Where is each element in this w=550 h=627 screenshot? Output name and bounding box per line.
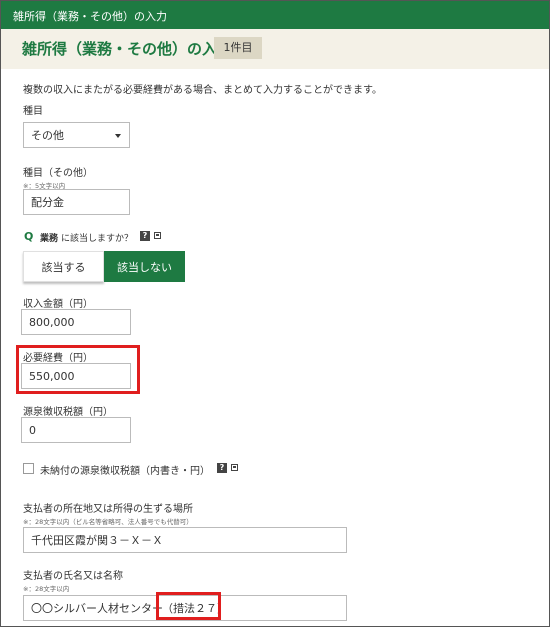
withholding-input[interactable]: 0 [21, 417, 131, 443]
record-count-badge: 1件目 [214, 37, 262, 59]
withholding-label: 源泉徴収税額（円） [23, 407, 113, 418]
payer-address-note: ※：28文字以内（ビル名等省略可、法人番号でも代替可） [23, 518, 193, 526]
category-other-label: 種目（その他） [23, 168, 93, 179]
payer-address-value: 千代田区霞が関３－Ｘ－Ｘ [31, 534, 163, 547]
payer-name-label: 支払者の氏名又は名称 [23, 571, 123, 582]
expenses-highlight-box [16, 345, 140, 394]
income-label: 収入金額（円） [23, 299, 93, 310]
category-other-value: 配分金 [31, 196, 64, 209]
header-title: 雑所得（業務・その他）の入力 [13, 10, 167, 23]
withholding-value: 0 [29, 423, 36, 437]
payer-address-label: 支払者の所在地又は所得の生ずる場所 [23, 504, 193, 515]
popup-window-icon[interactable] [231, 464, 238, 471]
category-select[interactable]: その他 [23, 122, 130, 148]
title-bar: 雑所得（業務・その他）の入力 1件目 [1, 29, 549, 69]
help-icon[interactable]: ? [217, 463, 227, 473]
business-yes-button[interactable]: 該当する [23, 251, 104, 282]
payer-name-note: ※：28文字以内 [23, 585, 70, 593]
header-bar: 雑所得（業務・その他）の入力 [1, 1, 549, 29]
payer-address-input[interactable]: 千代田区霞が関３－Ｘ－Ｘ [23, 527, 347, 553]
income-input[interactable]: 800,000 [21, 309, 131, 335]
unpaid-withholding-label: 未納付の源泉徴収税額（内書き・円） [40, 466, 210, 477]
business-question-text: に該当しますか？ [61, 234, 134, 244]
business-no-button[interactable]: 該当しない [104, 251, 185, 282]
payer-name-value: 〇〇シルバー人材センター [31, 602, 163, 615]
annotation-highlight-box [156, 592, 221, 620]
page-title: 雑所得（業務・その他）の入力 [22, 40, 233, 58]
help-icon[interactable]: ? [140, 231, 150, 241]
chevron-down-icon [115, 134, 121, 138]
business-word: 業務 [40, 234, 59, 244]
category-selected-value: その他 [31, 129, 64, 142]
income-value: 800,000 [29, 315, 75, 329]
unpaid-withholding-checkbox[interactable] [23, 463, 34, 474]
category-other-input[interactable]: 配分金 [23, 189, 130, 215]
question-mark-q: Q [24, 230, 34, 243]
category-label: 種目 [23, 106, 43, 117]
intro-text: 複数の収入にまたがる必要経費がある場合、まとめて入力することができます。 [23, 85, 382, 96]
popup-window-icon[interactable] [154, 232, 161, 239]
